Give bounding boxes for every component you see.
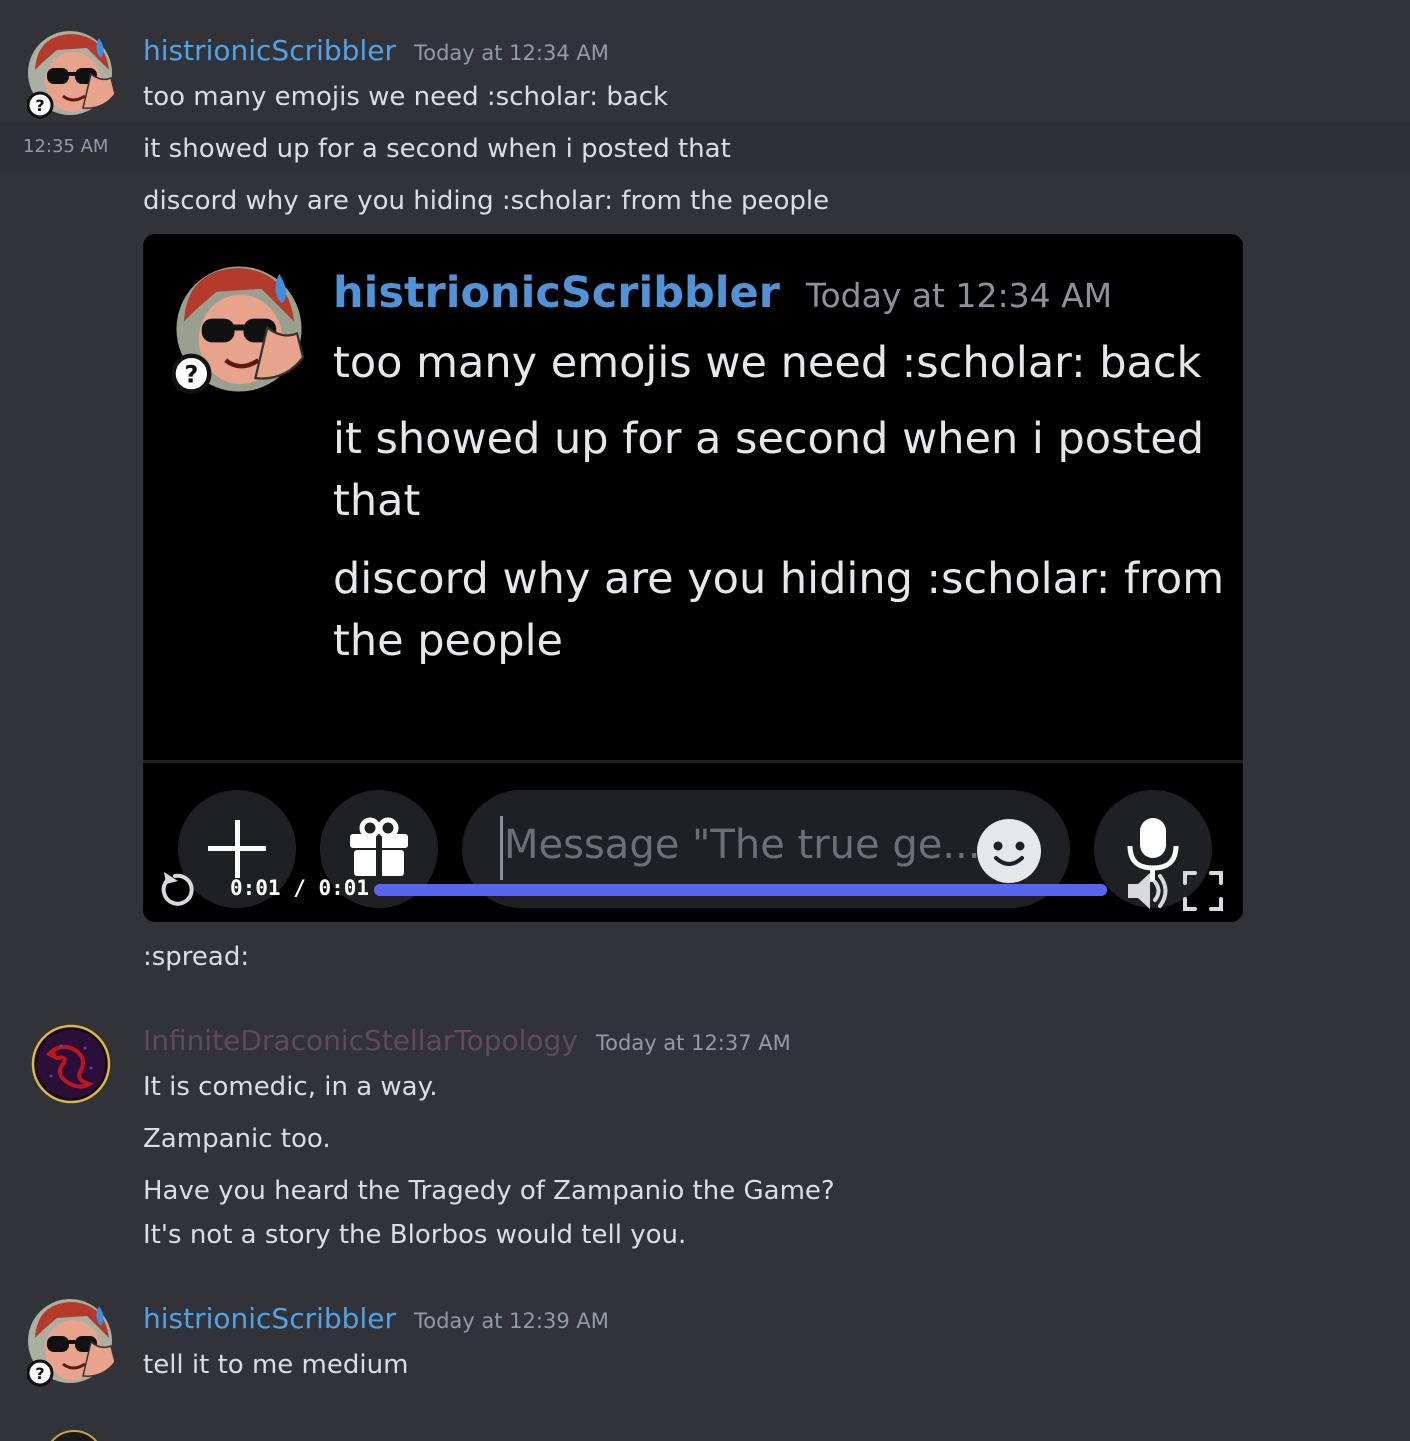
message-text: Zampanic too.: [143, 1124, 331, 1154]
fullscreen-button[interactable]: [1180, 868, 1226, 918]
hover-timestamp[interactable]: 12:35 AM: [23, 136, 108, 157]
cartoon-avatar-icon: ?: [27, 1299, 116, 1387]
message-timestamp[interactable]: Today at 12:39 AM: [414, 1309, 609, 1333]
message-text: tell it to me medium: [143, 1350, 409, 1380]
video-timestamp: Today at 12:34 AM: [805, 276, 1113, 315]
video-avatar: ?: [171, 262, 306, 400]
speaker-icon: [1128, 873, 1168, 909]
avatar-histrionicscribbler[interactable]: ?: [27, 30, 116, 119]
avatar-partial[interactable]: [44, 1430, 104, 1441]
message-header: histrionicScribbler Today at 12:34 AM: [143, 34, 609, 67]
message-header: InfiniteDraconicStellarTopology Today at…: [143, 1024, 791, 1057]
avatar-histrionicscribbler[interactable]: ?: [27, 1298, 116, 1387]
video-text: the people: [333, 616, 563, 666]
video-progress-bar[interactable]: [374, 884, 1107, 896]
smiley-icon: [977, 819, 1041, 883]
cartoon-avatar-icon: ?: [171, 266, 305, 394]
replay-icon: [161, 872, 194, 906]
video-username: histrionicScribbler: [333, 268, 780, 318]
video-text: that: [333, 476, 421, 526]
video-progress-fill: [374, 884, 1107, 896]
volume-button[interactable]: [1124, 868, 1170, 918]
username[interactable]: InfiniteDraconicStellarTopology: [143, 1024, 578, 1057]
chat-log: ? histrionicScribbler Today at 12:34 AM …: [0, 0, 1410, 1441]
svg-text:?: ?: [184, 361, 198, 389]
username[interactable]: histrionicScribbler: [143, 1302, 396, 1335]
video-time-display: 0:01 / 0:01: [230, 876, 370, 900]
video-text: discord why are you hiding :scholar: fro…: [333, 554, 1225, 604]
video-text: it showed up for a second when i posted: [333, 414, 1205, 464]
dragon-avatar-icon: [31, 1024, 111, 1104]
message-timestamp[interactable]: Today at 12:34 AM: [414, 41, 609, 65]
cartoon-avatar-icon: ?: [27, 31, 116, 119]
replay-button[interactable]: [156, 868, 194, 914]
video-input-placeholder: Message "The true ge...: [504, 822, 981, 868]
fullscreen-icon: [1183, 871, 1223, 911]
svg-text:?: ?: [35, 96, 44, 115]
message-text: :spread:: [143, 942, 250, 972]
username[interactable]: histrionicScribbler: [143, 34, 396, 67]
video-emoji-button: [976, 818, 1042, 888]
svg-text:?: ?: [35, 1364, 44, 1383]
message-header: histrionicScribbler Today at 12:39 AM: [143, 1302, 609, 1335]
message-text: It is comedic, in a way.: [143, 1072, 438, 1102]
message-text: Have you heard the Tragedy of Zampanio t…: [143, 1176, 835, 1206]
video-text-caret: [500, 816, 503, 880]
video-divider: [143, 760, 1243, 763]
message-timestamp[interactable]: Today at 12:37 AM: [596, 1031, 791, 1055]
message-text: It's not a story the Blorbos would tell …: [143, 1220, 687, 1250]
message-text: too many emojis we need :scholar: back: [143, 82, 669, 112]
message-text: discord why are you hiding :scholar: fro…: [143, 186, 830, 216]
message-text: it showed up for a second when i posted …: [143, 134, 731, 164]
avatar-infinitedraconicstellartopology[interactable]: [31, 1024, 111, 1104]
video-text: too many emojis we need :scholar: back: [333, 338, 1202, 388]
video-message-header: histrionicScribbler Today at 12:34 AM: [333, 268, 1112, 318]
